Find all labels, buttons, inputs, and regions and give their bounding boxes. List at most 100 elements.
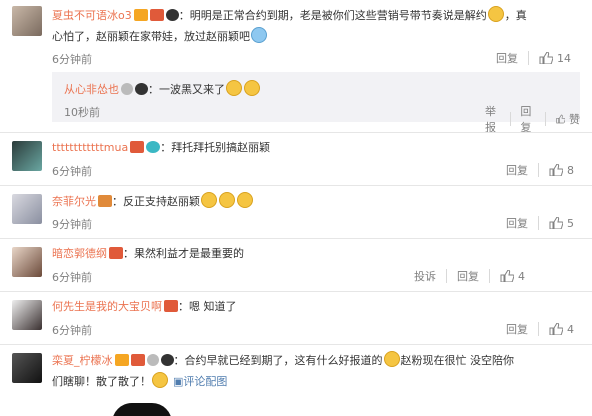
- image-icon: ▣: [173, 375, 184, 388]
- timestamp: 6分钟前: [52, 165, 92, 178]
- comment-text: 果然利益才是最重要的: [134, 247, 244, 260]
- comment-text-line2: 们瞎聊！散了散了！: [52, 375, 151, 388]
- username[interactable]: 奈菲尔光: [52, 195, 96, 208]
- reply-button[interactable]: 回复: [506, 162, 528, 178]
- laugh-cry-emoji-icon: [226, 80, 242, 96]
- comment-text: 明明是正常合约到期，老是被你们这些营销号带节奏说是解约: [189, 9, 487, 22]
- colon: ：: [178, 9, 190, 22]
- comment-actions: 回复 5: [506, 215, 574, 231]
- colon: ：: [112, 195, 123, 208]
- like-count: 4: [518, 269, 525, 283]
- colon: ：: [148, 83, 159, 96]
- cry-emoji-icon: [237, 192, 253, 208]
- medal-icon: [121, 83, 133, 95]
- comment-item: 夏虫不可语冰o3 ：明明是正常合约到期，老是被你们这些营销号带节奏说是解约 ，真 心…: [0, 0, 592, 134]
- reply-button[interactable]: 回复: [520, 103, 535, 135]
- comment-text-cont: 赵粉现在很忙 没空陪你: [400, 354, 515, 367]
- like-count: 5: [567, 216, 574, 230]
- panda-icon: [135, 83, 148, 95]
- username[interactable]: 何先生是我的大宝贝啊: [52, 300, 162, 313]
- avatar[interactable]: [12, 353, 42, 383]
- avatar[interactable]: [12, 194, 42, 224]
- comment-actions: 投诉 回复 4: [414, 268, 525, 284]
- timestamp: 6分钟前: [52, 53, 92, 66]
- comment-text-cont: ，真: [504, 9, 527, 22]
- comment-text: 拜托拜托别搞赵丽颖: [171, 141, 271, 154]
- like-icon[interactable]: [549, 217, 563, 229]
- divider: [538, 216, 539, 230]
- fan-badge-icon: [149, 9, 164, 21]
- username[interactable]: 栾夏_柠檬冰: [52, 354, 113, 367]
- medal-icon: [146, 354, 159, 366]
- reply-button[interactable]: 回复: [506, 215, 528, 231]
- smile-emoji-icon: [487, 6, 504, 22]
- like-count: 8: [567, 163, 574, 177]
- sub-reply-text: 一波黑又来了: [159, 83, 225, 96]
- colon: ：: [160, 141, 172, 154]
- divider: [538, 163, 539, 177]
- colon: ：: [123, 247, 134, 260]
- avatar[interactable]: [12, 247, 42, 277]
- like-icon[interactable]: [549, 164, 563, 176]
- fan-badge-icon: [109, 247, 123, 259]
- attached-image[interactable]: [112, 403, 172, 416]
- comment-text: 合约早就已经到期了，这有什么好报道的: [184, 354, 383, 367]
- laugh-cry-emoji-icon: [244, 80, 260, 96]
- vip-icon: [133, 9, 148, 21]
- like-count: 14: [557, 51, 571, 65]
- divider: [538, 322, 539, 336]
- reply-button[interactable]: 回复: [506, 321, 528, 337]
- like-icon[interactable]: [500, 270, 514, 282]
- username[interactable]: 暗恋郭德纲: [52, 247, 107, 260]
- fan-badge-icon: [130, 354, 145, 366]
- comment-text-line2: 心怕了，赵丽颖在家带娃，放过赵丽颖吧: [52, 30, 250, 43]
- like-icon[interactable]: [539, 52, 553, 64]
- divider: [509, 112, 511, 126]
- colon: ：: [178, 300, 189, 313]
- comment-item: ttttttttttttmua ：拜托拜托别搞赵丽颖 6分钟前 回复 8: [0, 133, 592, 183]
- username[interactable]: 夏虫不可语冰o3: [52, 9, 132, 22]
- like-count: 4: [567, 322, 574, 336]
- timestamp: 6分钟前: [52, 271, 92, 284]
- like-icon[interactable]: [556, 113, 566, 125]
- avatar[interactable]: [12, 141, 42, 171]
- sub-username[interactable]: 从心非怂也: [64, 83, 119, 96]
- sticker-icon: [146, 141, 161, 153]
- divider: [489, 269, 490, 283]
- baby-emoji-icon: [251, 27, 267, 43]
- divider: [446, 269, 447, 283]
- like-label: 赞: [569, 113, 581, 126]
- comment-item: 栾夏_柠檬冰 ：合约早就已经到期了，这有什么好报道的 赵粉现在很忙 没空陪你 们瞎聊…: [0, 345, 592, 416]
- fan-badge-icon: [164, 300, 178, 312]
- colon: ：: [173, 354, 185, 367]
- sub-timestamp: 10秒前: [64, 106, 100, 119]
- divider: [528, 51, 529, 65]
- report-button[interactable]: 举报: [485, 103, 500, 135]
- sub-actions: 举报 回复 赞: [485, 103, 580, 135]
- reply-button[interactable]: 回复: [496, 50, 518, 66]
- comment-actions: 回复 8: [506, 162, 574, 178]
- report-button[interactable]: 投诉: [414, 268, 436, 284]
- cry-emoji-icon: [152, 372, 168, 388]
- comment-actions: 回复 14: [496, 50, 571, 66]
- smirk-emoji-icon: [383, 351, 400, 367]
- comment-text: 反正支持赵丽颖: [123, 195, 200, 208]
- timestamp: 9分钟前: [52, 218, 92, 231]
- avatar[interactable]: [12, 300, 42, 330]
- panda-icon: [160, 354, 174, 366]
- avatar[interactable]: [12, 6, 42, 36]
- timestamp: 6分钟前: [52, 324, 92, 337]
- comment-item: 奈菲尔光 ：反正支持赵丽颖 9分钟前 回复 5: [0, 186, 592, 236]
- comment-item: 暗恋郭德纲 ：果然利益才是最重要的 6分钟前 投诉 回复 4: [0, 239, 592, 289]
- username[interactable]: ttttttttttttmua: [52, 141, 128, 154]
- divider: [545, 112, 546, 126]
- reply-button[interactable]: 回复: [457, 268, 479, 284]
- like-icon[interactable]: [549, 323, 563, 335]
- vip-icon: [114, 354, 129, 366]
- panda-icon: [165, 9, 179, 21]
- cry-emoji-icon: [219, 192, 235, 208]
- fan-badge-icon: [130, 141, 145, 153]
- comment-actions: 回复 4: [506, 321, 574, 337]
- comment-image-link[interactable]: 评论配图: [183, 375, 227, 388]
- comment-text: 嗯 知道了: [189, 300, 237, 313]
